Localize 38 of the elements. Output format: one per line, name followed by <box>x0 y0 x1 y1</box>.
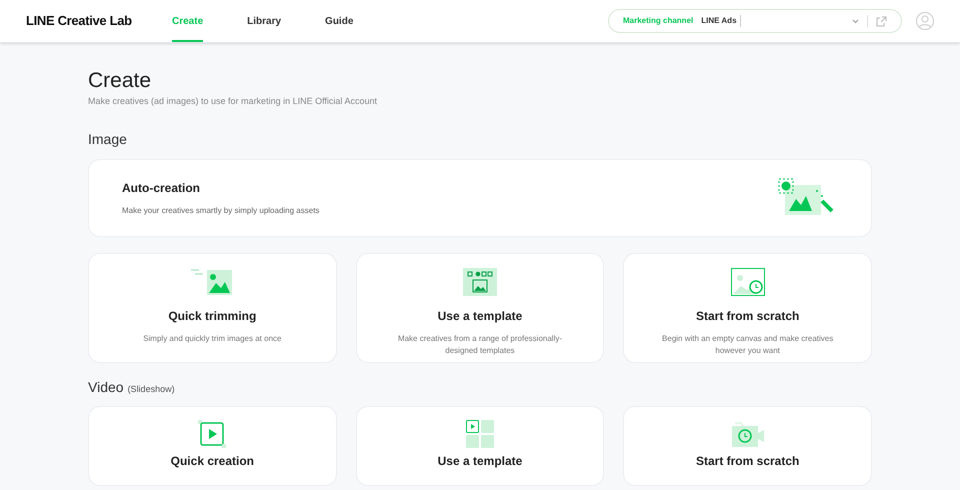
card-title: Quick creation <box>170 452 254 470</box>
page-title: Create <box>88 68 152 94</box>
channel-selector[interactable]: Marketing channel LINE Ads <box>608 9 902 33</box>
card-description: Make creatives from a range of professionally-designed templates <box>396 332 564 356</box>
card-title: Start from scratch <box>696 308 800 324</box>
video-template-icon <box>466 420 494 448</box>
external-link-icon[interactable] <box>876 16 887 26</box>
channel-label: Marketing channel <box>623 15 694 27</box>
creation-card[interactable]: Use a template <box>356 406 604 486</box>
creation-card[interactable]: Auto-creation Make your creatives smartly by simply uploading assets <box>88 158 872 236</box>
card-title: Use a template <box>438 452 522 470</box>
canvas-clock-icon <box>730 268 765 296</box>
section-note: (Slideshow) <box>128 382 175 396</box>
card-description: Simply and quickly trim images at once <box>143 332 282 344</box>
nav-tab[interactable]: Library <box>247 0 282 42</box>
section-title: Image <box>88 130 127 149</box>
video-camera-clock-icon <box>732 420 764 446</box>
creation-card[interactable]: Start from scratch Begin with an empty canvas and make creatives however you want <box>623 252 872 362</box>
video-play-icon <box>198 420 226 448</box>
card-title: Start from scratch <box>696 452 800 470</box>
card-title: Auto-creation <box>122 180 201 196</box>
creation-card[interactable]: Start from scratch <box>623 406 872 486</box>
logo-text: LINE Creative Lab <box>26 12 133 30</box>
nav-tab[interactable]: Guide <box>325 0 354 42</box>
card-title: Use a template <box>438 308 522 324</box>
card-description: Make your creatives smartly by simply uploading assets <box>122 204 320 216</box>
card-description: Begin with an empty canvas and make creatives however you want <box>661 332 834 356</box>
chevron-down-icon <box>852 18 859 24</box>
section-title: Video <box>88 378 124 396</box>
creation-card[interactable]: Use a template Make creatives from a range of professionally-designed templates <box>356 252 604 362</box>
card-title: Quick trimming <box>168 308 256 324</box>
channel-value: LINE Ads <box>701 15 741 27</box>
page-subtitle: Make creatives (ad images) to use for marketing in LINE Official Account <box>88 95 378 108</box>
user-avatar-icon[interactable] <box>916 12 934 30</box>
image-trim-icon <box>191 268 234 296</box>
template-grid-icon <box>462 268 497 296</box>
creation-card[interactable]: Quick creation <box>88 406 337 486</box>
creation-card[interactable]: Quick trimming Simply and quickly trim images at once <box>88 252 337 362</box>
